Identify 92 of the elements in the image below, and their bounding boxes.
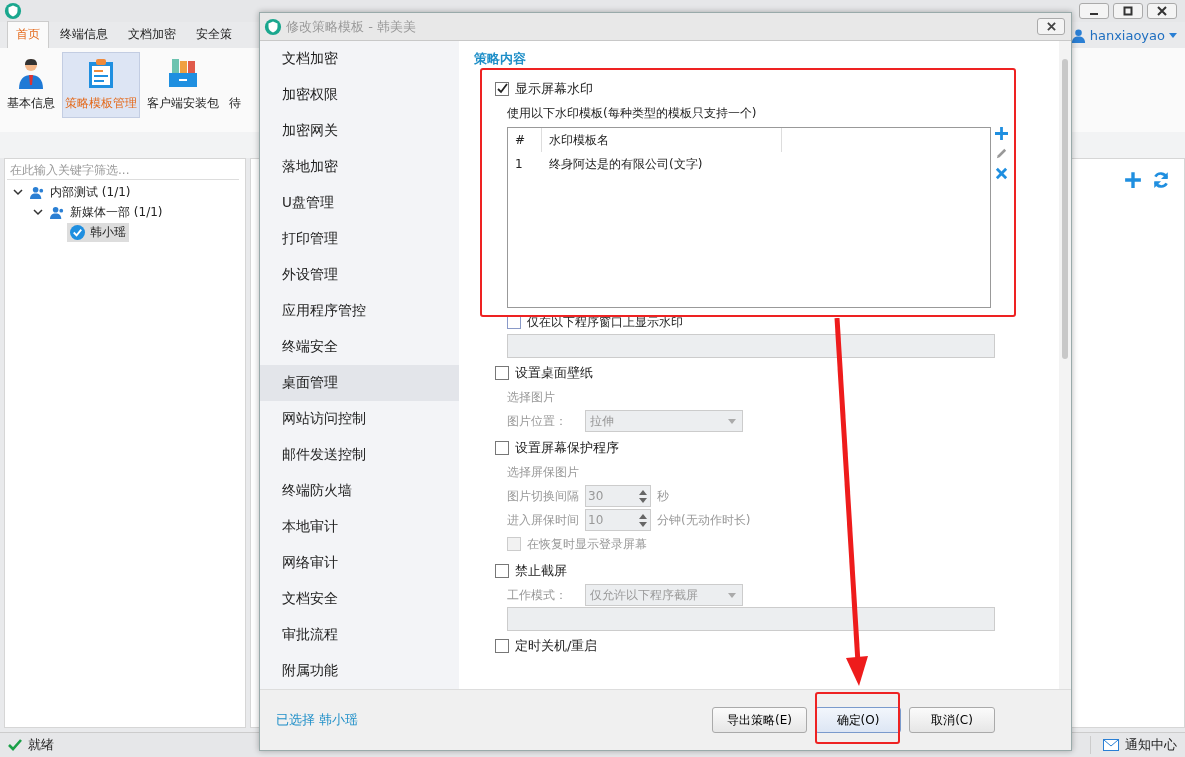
dialog-button[interactable]: 确定(O) — [815, 707, 901, 733]
shield-logo-icon — [264, 17, 282, 36]
column-header: # — [508, 128, 542, 152]
search-field[interactable]: 在此输入关键字筛选... — [7, 161, 239, 180]
nav-item[interactable]: 外设管理 — [260, 257, 459, 293]
nav-item[interactable]: 应用程序管控 — [260, 293, 459, 329]
checkbox[interactable] — [495, 564, 509, 578]
dialog-button[interactable]: 导出策略(E) — [712, 707, 807, 733]
add-icon[interactable] — [995, 127, 1008, 140]
checkbox-label[interactable]: 显示屏幕水印 — [515, 80, 593, 98]
close-button[interactable] — [1147, 3, 1177, 19]
add-icon[interactable] — [1124, 171, 1142, 189]
menu-tab[interactable]: 安全策 — [187, 21, 241, 48]
instruction-text: 使用以下水印模板(每种类型的模板只支持一个) — [507, 104, 757, 122]
nav-item[interactable]: 附属功能 — [260, 653, 459, 689]
notification-center-button[interactable]: 通知中心 — [1090, 736, 1177, 754]
pencil-icon[interactable] — [995, 147, 1008, 160]
delete-icon[interactable] — [995, 167, 1008, 180]
table-cell-text: 终身阿达是的有限公司(文字) — [548, 155, 704, 173]
menu-tab[interactable]: 文档加密 — [119, 21, 185, 48]
scrollbar[interactable] — [1059, 41, 1071, 689]
chevron-icon[interactable] — [13, 187, 23, 197]
dialog-button[interactable]: 取消(C) — [909, 707, 995, 733]
nav-item[interactable]: 加密权限 — [260, 77, 459, 113]
nav-item[interactable]: 文档安全 — [260, 581, 459, 617]
nav-item[interactable]: 本地审计 — [260, 509, 459, 545]
caret-icon — [728, 418, 736, 424]
field-label: 图片位置： — [507, 412, 568, 430]
ribbon-button[interactable]: 基本信息 — [4, 52, 58, 118]
tree-item-label: 内部测试 (1/1) — [50, 183, 131, 201]
checkbox[interactable] — [495, 639, 509, 653]
field-label: 进入屏保时间 — [507, 511, 579, 529]
option-label: 选择图片 — [507, 388, 555, 406]
field-label: 图片切换间隔 — [507, 487, 579, 505]
people-icon — [50, 204, 65, 220]
table-cell-text: 1 — [514, 157, 524, 171]
status-text: 就绪 — [28, 736, 54, 754]
user-menu[interactable]: hanxiaoyao — [1070, 27, 1177, 43]
selected-user-text: 已选择 韩小瑶 — [276, 711, 358, 729]
binders-icon — [167, 57, 199, 89]
nav-item[interactable]: 终端安全 — [260, 329, 459, 365]
dialog-title: 修改策略模板 - 韩美美 — [286, 17, 416, 36]
menu-tab[interactable]: 终端信息 — [51, 21, 117, 48]
column-header: 水印模板名 — [542, 128, 782, 152]
tree-item[interactable]: 新媒体一部 (1/1) — [47, 202, 166, 222]
nav-item[interactable]: 审批流程 — [260, 617, 459, 653]
tree-item[interactable]: 内部测试 (1/1) — [27, 182, 134, 202]
option-label: 选择屏保图片 — [507, 463, 579, 481]
checkbox-label[interactable]: 定时关机/重启 — [515, 637, 598, 655]
check-circle-icon — [70, 224, 85, 240]
nav-item[interactable]: U盘管理 — [260, 185, 459, 221]
ribbon-button[interactable]: 待 — [226, 52, 244, 118]
caret-icon — [728, 592, 736, 598]
chevron-icon[interactable] — [33, 207, 43, 217]
mail-icon — [1103, 739, 1119, 751]
people-icon — [30, 184, 45, 200]
minimize-icon — [1090, 13, 1098, 15]
ribbon-button[interactable]: 客户端安装包 — [144, 52, 222, 118]
nav-item[interactable]: 加密网关 — [260, 113, 459, 149]
check-icon — [8, 738, 22, 752]
checkbox-label[interactable]: 禁止截屏 — [515, 562, 567, 580]
tree-item-label: 韩小瑶 — [90, 223, 126, 241]
close-icon — [1046, 22, 1056, 31]
nav-item[interactable]: 落地加密 — [260, 149, 459, 185]
nav-item[interactable]: 网站访问控制 — [260, 401, 459, 437]
tree-item[interactable]: 韩小瑶 — [67, 222, 129, 242]
nav-item[interactable]: 文档加密 — [260, 41, 459, 77]
tree-item-label: 新媒体一部 (1/1) — [70, 203, 163, 221]
close-icon — [1157, 6, 1167, 16]
caret-icon — [1169, 32, 1177, 38]
nav-item[interactable]: 网络审计 — [260, 545, 459, 581]
person-icon — [1070, 27, 1086, 43]
unit-label: 分钟(无动作时长) — [657, 511, 751, 529]
checkbox-label[interactable]: 设置屏幕保护程序 — [515, 439, 619, 457]
section-title: 策略内容 — [474, 51, 527, 68]
checkbox[interactable] — [495, 366, 509, 380]
nav-item[interactable]: 打印管理 — [260, 221, 459, 257]
nav-item[interactable]: 桌面管理 — [260, 365, 459, 401]
maximize-button[interactable] — [1113, 3, 1143, 19]
checkbox-label[interactable]: 仅在以下程序窗口上显示水印 — [527, 313, 683, 331]
maximize-icon — [1123, 6, 1133, 16]
unit-label: 秒 — [657, 487, 669, 505]
checkbox-label[interactable]: 设置桌面壁纸 — [515, 364, 593, 382]
nav-item[interactable]: 邮件发送控制 — [260, 437, 459, 473]
checkbox[interactable] — [495, 82, 509, 96]
field-label: 工作模式： — [507, 586, 568, 604]
nav-item[interactable]: 终端防火墙 — [260, 473, 459, 509]
checkbox[interactable] — [495, 441, 509, 455]
minimize-button[interactable] — [1079, 3, 1109, 19]
close-button[interactable] — [1037, 18, 1065, 35]
shield-logo-icon — [4, 2, 22, 20]
refresh-icon[interactable] — [1152, 171, 1170, 189]
